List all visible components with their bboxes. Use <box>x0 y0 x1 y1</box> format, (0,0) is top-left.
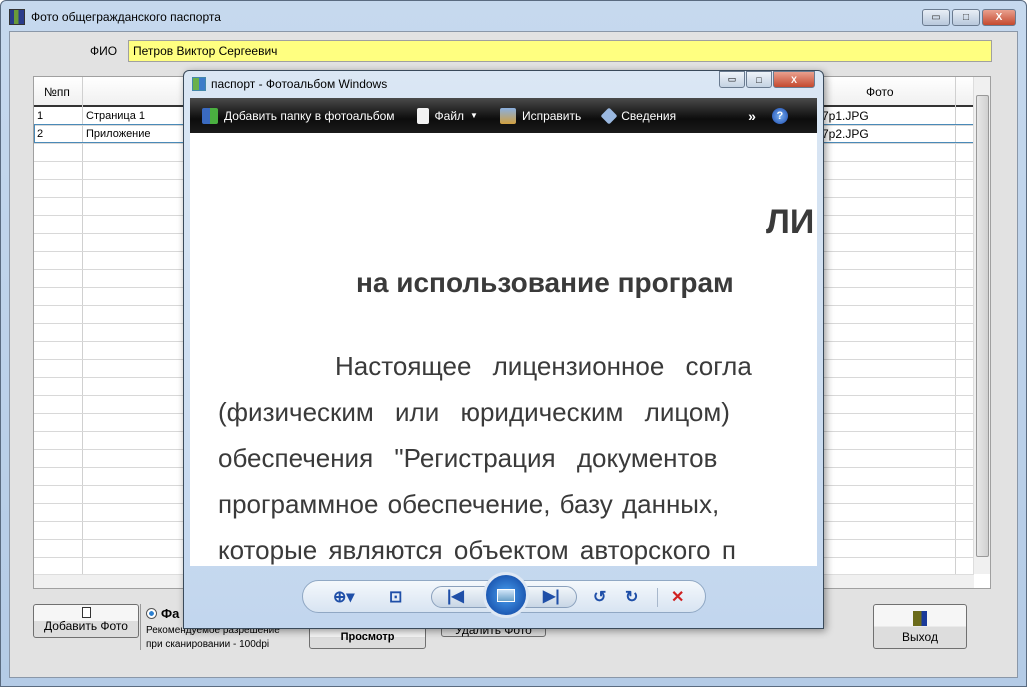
doc-line-4: программное обеспечение, базу данных, <box>218 489 720 519</box>
exit-door-icon <box>913 611 927 626</box>
add-photo-button[interactable]: Добавить Фото <box>33 604 139 638</box>
photo-viewer-window: паспорт - Фотоальбом Windows ▭ □ X Добав… <box>183 70 824 629</box>
viewer-controls: ⊕▾ ⊡ |◀ ▶| ↺ ↻ ✕ <box>302 572 706 618</box>
rotate-right-icon[interactable]: ↻ <box>625 587 638 607</box>
next-icon[interactable]: ▶| <box>543 586 560 606</box>
dropdown-arrow-icon: ▼ <box>470 111 478 120</box>
row2-name[interactable]: Приложение <box>86 128 151 140</box>
tag-icon <box>600 107 618 124</box>
slideshow-icon <box>497 588 515 602</box>
file-radio[interactable]: Фа <box>146 606 179 621</box>
viewer-toolbar: Добавить папку в фотоальбом Файл ▼ Исправ… <box>190 98 817 133</box>
delete-icon[interactable]: ✕ <box>671 587 684 607</box>
file-icon <box>416 107 429 124</box>
add-folder-icon <box>202 107 218 124</box>
doc-line-2: (физическим или юридическим лицом) <box>218 397 730 427</box>
viewer-maximize-button[interactable]: □ <box>746 71 772 88</box>
fit-window-icon[interactable]: ⊡ <box>389 587 402 607</box>
fio-label: ФИО <box>90 44 118 58</box>
maximize-button[interactable]: □ <box>952 9 980 26</box>
viewer-close-button[interactable]: X <box>773 71 815 88</box>
file-label: Файл <box>434 108 465 123</box>
page-icon <box>81 607 91 618</box>
close-button[interactable]: X <box>982 9 1016 26</box>
fix-icon <box>499 107 516 124</box>
minimize-button[interactable]: ▭ <box>922 9 950 26</box>
exit-button[interactable]: Выход <box>873 604 967 649</box>
row2-photo[interactable]: 7p2.JPG <box>822 127 869 141</box>
title-bar: Фото общегражданского паспорта <box>9 7 221 27</box>
slideshow-button[interactable] <box>483 572 529 618</box>
previous-icon[interactable]: |◀ <box>447 586 464 606</box>
add-photo-label: Добавить Фото <box>44 619 128 633</box>
vertical-scrollbar[interactable] <box>973 77 990 574</box>
doc-heading: ЛИ <box>766 203 815 241</box>
window-title: Фото общегражданского паспорта <box>31 10 221 24</box>
help-button[interactable]: ? <box>771 107 788 124</box>
info-label: Сведения <box>621 108 677 123</box>
more-button[interactable]: » <box>748 108 756 124</box>
radio-icon[interactable] <box>146 608 157 619</box>
viewer-title: паспорт - Фотоальбом Windows <box>211 77 388 91</box>
exit-label: Выход <box>902 630 938 644</box>
doc-line-1: Настоящее лицензионное согла <box>335 351 752 381</box>
add-folder-button[interactable]: Добавить папку в фотоальбом <box>202 107 395 124</box>
row1-photo[interactable]: 7p1.JPG <box>822 109 869 123</box>
info-button[interactable]: Сведения <box>600 107 677 124</box>
doc-line-5: которые являются объектом авторского п <box>218 535 736 565</box>
header-num[interactable]: №пп <box>44 85 70 99</box>
fix-label: Исправить <box>521 108 582 123</box>
header-photo[interactable]: Фото <box>866 85 894 99</box>
add-folder-label: Добавить папку в фотоальбом <box>224 108 395 123</box>
doc-line-3: обеспечения "Регистрация документов <box>218 443 718 473</box>
photo-display: ЛИ на использование програм Настоящее ли… <box>190 133 817 566</box>
doc-subheading: на использование програм <box>356 267 734 298</box>
app-icon <box>9 9 25 25</box>
fio-field[interactable]: Петров Виктор Сергеевич <box>128 40 992 62</box>
row1-num[interactable]: 1 <box>37 110 43 122</box>
hint-line-2: при сканировании - 100dpi <box>146 639 270 650</box>
scroll-thumb[interactable] <box>976 95 989 557</box>
photo-gallery-icon <box>192 77 206 91</box>
radio-label: Фа <box>161 606 180 621</box>
fix-button[interactable]: Исправить <box>499 107 582 124</box>
file-menu[interactable]: Файл ▼ <box>416 107 478 124</box>
row1-name[interactable]: Страница 1 <box>86 110 145 122</box>
row2-num[interactable]: 2 <box>37 128 43 140</box>
rotate-left-icon[interactable]: ↺ <box>593 587 606 607</box>
viewer-minimize-button[interactable]: ▭ <box>719 71 745 88</box>
zoom-icon[interactable]: ⊕▾ <box>333 587 354 607</box>
